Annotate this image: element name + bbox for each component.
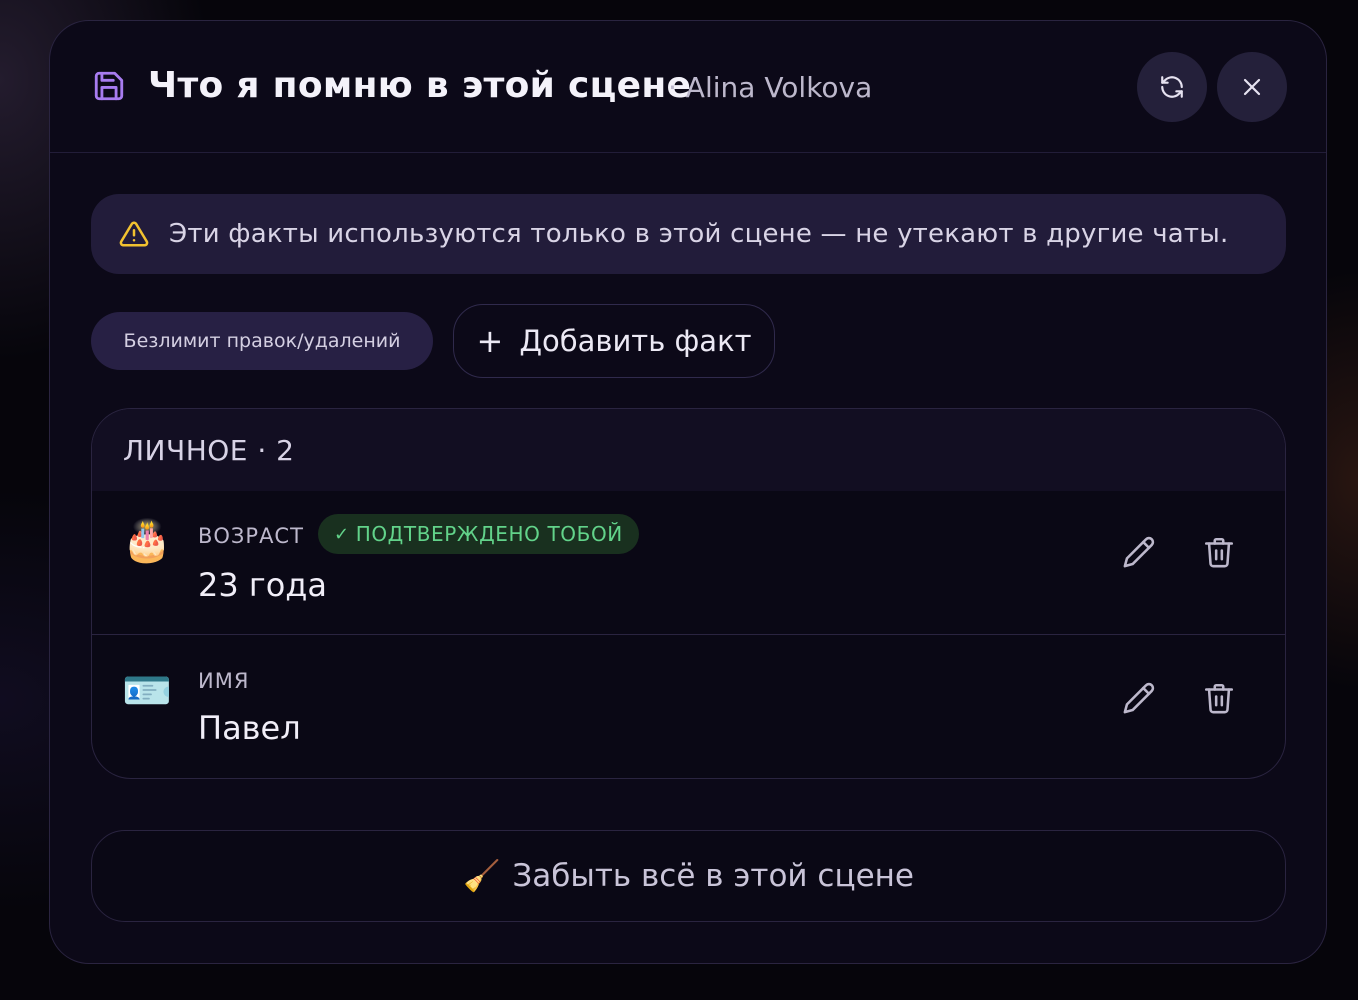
facts-section: ЛИЧНОЕ · 2 🎂 ВОЗРАСТ ✓ ПОДТВЕРЖДЕНО ТОБО… — [91, 408, 1286, 779]
id-card-icon: 🪪 — [122, 668, 172, 714]
trash-icon[interactable] — [1202, 535, 1236, 569]
edit-icon[interactable] — [1122, 535, 1156, 569]
warning-icon — [119, 221, 149, 247]
section-heading: ЛИЧНОЕ · 2 — [92, 409, 1285, 491]
check-icon: ✓ — [334, 523, 350, 545]
edit-icon[interactable] — [1122, 681, 1156, 715]
add-fact-button[interactable]: + Добавить факт — [453, 304, 775, 378]
refresh-icon — [1161, 76, 1183, 98]
fact-label: ВОЗРАСТ — [198, 524, 304, 548]
cake-icon: 🎂 — [122, 518, 172, 564]
fact-value: Павел — [198, 709, 301, 747]
forget-all-button[interactable]: 🧹 Забыть всё в этой сцене — [91, 830, 1286, 922]
fact-value: 23 года — [198, 566, 328, 604]
character-name: · Alina Volkova — [668, 71, 873, 104]
edit-limit-badge: Безлимит правок/удалений — [91, 312, 433, 370]
notice-text: Эти факты используются только в этой сце… — [169, 219, 1229, 249]
add-fact-label: Добавить факт — [519, 324, 752, 358]
trash-icon[interactable] — [1202, 681, 1236, 715]
confirmed-badge: ✓ ПОДТВЕРЖДЕНО ТОБОЙ — [318, 514, 639, 554]
forget-all-label: Забыть всё в этой сцене — [512, 858, 914, 894]
scope-notice: Эти факты используются только в этой сце… — [91, 194, 1286, 274]
plus-icon: + — [476, 322, 504, 360]
save-icon — [94, 71, 124, 101]
close-button[interactable] — [1217, 52, 1287, 122]
close-icon — [1243, 78, 1261, 96]
broom-icon: 🧹 — [463, 858, 501, 894]
refresh-button[interactable] — [1137, 52, 1207, 122]
fact-row: 🪪 ИМЯ Павел — [92, 637, 1285, 778]
modal-header: Что я помню в этой сцене · Alina Volkova — [50, 21, 1326, 153]
confirmed-badge-label: ПОДТВЕРЖДЕНО ТОБОЙ — [355, 522, 623, 546]
fact-label: ИМЯ — [198, 669, 250, 693]
fact-row: 🎂 ВОЗРАСТ ✓ ПОДТВЕРЖДЕНО ТОБОЙ 23 года — [92, 491, 1285, 635]
modal-title: Что я помню в этой сцене — [148, 65, 692, 106]
memory-modal: Что я помню в этой сцене · Alina Volkova… — [49, 20, 1327, 964]
